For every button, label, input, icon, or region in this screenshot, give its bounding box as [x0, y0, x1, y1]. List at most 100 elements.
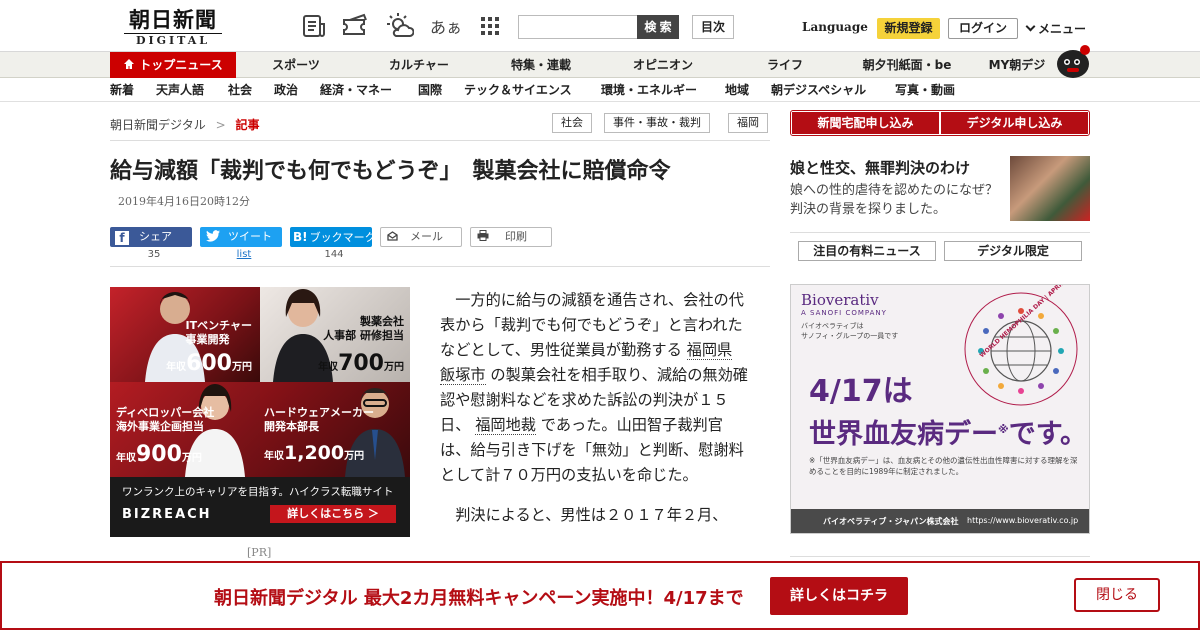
- feature-summary[interactable]: 娘への性的虐待を認めたのになぜ？ 判決の背景を探りました。: [790, 181, 1011, 219]
- divider: [110, 266, 770, 267]
- hemophilia-day-emblem: WORLD HEMOPHILIA DAY | APRIL 17: [961, 285, 1081, 409]
- ad-tagline: ワンランク上のキャリアを目指す。ハイクラス転職サイト: [122, 486, 394, 498]
- nav2-item[interactable]: テック＆サイエンス: [464, 78, 572, 102]
- nav2-item[interactable]: 地域: [725, 78, 749, 102]
- ad-headline-2: 世界血友病デー※です。: [809, 419, 1088, 450]
- facebook-share-button[interactable]: f シェア: [110, 227, 192, 247]
- nav-item-life[interactable]: ライフ: [754, 52, 816, 78]
- search-button[interactable]: 検 索: [637, 15, 679, 39]
- paragraph: 一方的に給与の減額を通告され、会社の代表から「裁判でも何でもどうぞ」と言われたな…: [440, 291, 748, 484]
- ad-headline-1: 4/17は: [809, 374, 913, 409]
- nav-item-sports[interactable]: スポーツ: [258, 52, 334, 78]
- ad-footer: ワンランク上のキャリアを目指す。ハイクラス転職サイト BIZREACH 詳しくは…: [110, 477, 410, 537]
- hatena-count: 144: [324, 249, 344, 260]
- signup-button[interactable]: 新規登録: [877, 18, 940, 39]
- link-fukuoka-pref[interactable]: 福岡県: [686, 341, 733, 360]
- language-link[interactable]: Language: [802, 20, 868, 34]
- ad-role: ITベンチャー 事業開発: [185, 319, 253, 346]
- tab-premium-news[interactable]: 注目の有料ニュース: [798, 241, 936, 261]
- brand-note1: バイオベラティブは: [801, 322, 864, 330]
- ad-cell-pharma: 製薬会社 人事部 研修担当 年収700万円: [260, 287, 410, 382]
- digital-subscribe-button[interactable]: デジタル申し込み: [941, 112, 1088, 134]
- printer-icon: [477, 229, 489, 247]
- tag-society[interactable]: 社会: [552, 113, 592, 133]
- apps-grid-icon[interactable]: [476, 12, 504, 40]
- tag-fukuoka[interactable]: 福岡: [728, 113, 768, 133]
- divider: [110, 140, 770, 141]
- nav2-item[interactable]: 写真・動画: [895, 78, 955, 102]
- article-date: 2019年4月16日20時12分: [118, 195, 250, 208]
- ad-cell-hardware: ハードウェアメーカー 開発本部長 年収1,200万円: [260, 382, 410, 477]
- nav2-item[interactable]: 環境・エネルギー: [601, 78, 697, 102]
- breadcrumb-current: 記事: [235, 118, 260, 132]
- print-button[interactable]: 印刷: [470, 227, 552, 247]
- nav-item-culture[interactable]: カルチャー: [378, 52, 460, 78]
- secondary-nav: 新着 天声人語 社会 政治 経済・マネー 国際 テック＆サイエンス 環境・エネル…: [0, 78, 1200, 102]
- nav-item-features[interactable]: 特集・連載: [500, 52, 582, 78]
- campaign-details-button[interactable]: 詳しくはコチラ: [770, 577, 908, 615]
- divider: [790, 232, 1090, 233]
- nav2-item[interactable]: 朝デジスペシャル: [771, 78, 866, 102]
- newspaper-icon[interactable]: [300, 12, 328, 40]
- brand-note2: サノフィ・グループの一員です: [801, 332, 899, 340]
- ad-role: 製薬会社 人事部 研修担当: [323, 315, 404, 342]
- newspaper-subscribe-button[interactable]: 新聞宅配申し込み: [792, 112, 939, 134]
- nav2-item[interactable]: 政治: [274, 78, 298, 102]
- twitter-share-button[interactable]: ツイート: [200, 227, 282, 247]
- nav2-item[interactable]: 経済・マネー: [320, 78, 392, 102]
- mail-label: メール: [410, 230, 443, 243]
- brand-sub: A SANOFI COMPANY: [801, 309, 887, 317]
- feature-thumbnail[interactable]: [1010, 156, 1090, 221]
- ad-salary: 年収1,200万円: [264, 442, 365, 464]
- weather-icon[interactable]: [386, 12, 415, 40]
- text-size-icon[interactable]: あぁ: [430, 14, 462, 38]
- site-logo[interactable]: 朝日新聞 DIGITAL: [118, 8, 228, 48]
- chevron-down-icon: [1025, 21, 1036, 32]
- twitter-icon: [206, 229, 220, 249]
- menu-label: メニュー: [1038, 22, 1087, 36]
- link-fukuoka-court[interactable]: 福岡地裁: [475, 416, 536, 435]
- campaign-text: 朝日新聞デジタル 最大2カ月無料キャンペーン実施中！4/17まで: [214, 588, 744, 609]
- feature-title[interactable]: 娘と性交、無罪判決のわけ: [790, 157, 970, 178]
- tag-incident[interactable]: 事件・事故・裁判: [604, 113, 710, 133]
- nav-item-my-asahi[interactable]: MY朝デジ: [982, 52, 1052, 78]
- nav2-item[interactable]: 新着: [110, 78, 134, 102]
- bizreach-ad[interactable]: ITベンチャー 事業開発 年収600万円 製薬会社 人事部 研修担当 年収700…: [110, 287, 410, 537]
- ad-url: https://www.bioverativ.co.jp: [967, 516, 1079, 525]
- nav-item-top-news[interactable]: トップニュース: [110, 52, 236, 78]
- nav-item-newspaper[interactable]: 朝夕刊紙面・be: [856, 52, 958, 78]
- ad-salary: 年収700万円: [318, 351, 404, 376]
- close-banner-button[interactable]: 閉じる: [1074, 578, 1160, 612]
- tab-digital-only[interactable]: デジタル限定: [944, 241, 1082, 261]
- ad-note: ※「世界血友病デー」は、血友病とその他の遺伝性出血性障害に対する理解を深めること…: [809, 456, 1078, 476]
- hatena-bookmark-button[interactable]: B! ブックマーク: [290, 227, 376, 247]
- ad-role: ディベロッパー会社 海外事業企画担当: [116, 406, 215, 433]
- menu-button[interactable]: メニュー: [1025, 20, 1087, 37]
- hatena-icon: B!: [293, 230, 308, 244]
- breadcrumb-home[interactable]: 朝日新聞デジタル: [110, 118, 206, 132]
- ad-cta-button[interactable]: 詳しくはこちら ＞: [270, 505, 396, 523]
- mascot-icon[interactable]: [1055, 44, 1091, 78]
- toc-button[interactable]: 目次: [692, 15, 734, 39]
- home-icon: [123, 53, 135, 79]
- bioverativ-ad[interactable]: Bioverativ A SANOFI COMPANY バイオベラティブは サノ…: [790, 284, 1090, 534]
- link-iizuka-city[interactable]: 飯塚市: [440, 366, 486, 385]
- nav-item-opinion[interactable]: オピニオン: [622, 52, 704, 78]
- mail-button[interactable]: メール: [380, 227, 462, 247]
- login-button[interactable]: ログイン: [948, 18, 1018, 39]
- search-input[interactable]: [518, 15, 638, 39]
- share-label: シェア: [139, 230, 172, 243]
- nav-label: トップニュース: [139, 58, 223, 72]
- breadcrumb: 朝日新聞デジタル > 記事: [110, 116, 260, 133]
- nav2-item[interactable]: 天声人語: [156, 78, 204, 102]
- logo-line2: DIGITAL: [124, 33, 222, 47]
- print-label: 印刷: [505, 230, 527, 243]
- ad-cell-developer: ディベロッパー会社 海外事業企画担当 年収900万円: [110, 382, 260, 477]
- ticket-icon[interactable]: [342, 12, 370, 40]
- twitter-count-link[interactable]: list: [203, 249, 285, 260]
- nav2-item[interactable]: 社会: [228, 78, 252, 102]
- paragraph: 判決によると、男性は２０１７年２月、: [455, 506, 728, 524]
- bizreach-logo: BIZREACH: [122, 507, 212, 522]
- campaign-banner: 朝日新聞デジタル 最大2カ月無料キャンペーン実施中！4/17まで 詳しくはコチラ…: [0, 561, 1200, 630]
- nav2-item[interactable]: 国際: [418, 78, 442, 102]
